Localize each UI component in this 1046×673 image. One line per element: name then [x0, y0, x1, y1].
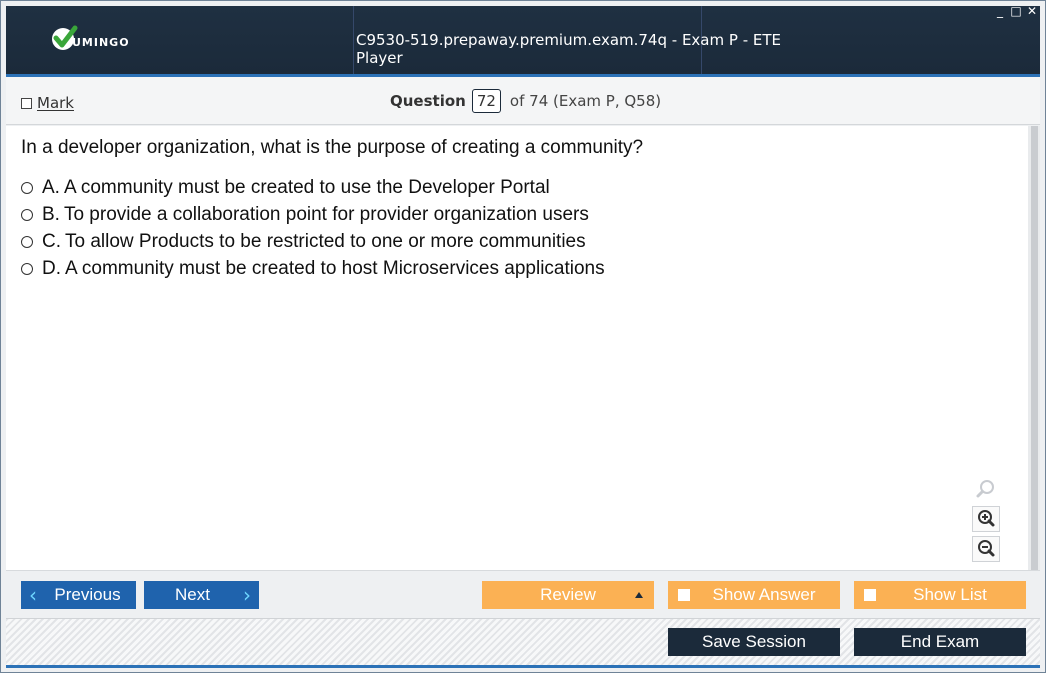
- zoom-out-icon: [978, 540, 995, 557]
- option-d[interactable]: D. A community must be created to host M…: [21, 255, 605, 282]
- zoom-in-icon: [978, 510, 995, 527]
- question-text: In a developer organization, what is the…: [21, 137, 644, 158]
- title-separator: [353, 6, 354, 74]
- show-list-label: Show List: [913, 585, 987, 604]
- option-c-radio[interactable]: [21, 235, 33, 248]
- minimize-icon[interactable]: _: [994, 4, 1006, 18]
- option-text: A community must be created to use the D…: [63, 176, 550, 198]
- zoom-tools: [972, 476, 1006, 566]
- zoom-in-button[interactable]: [972, 506, 1000, 532]
- end-exam-label: End Exam: [900, 632, 980, 651]
- bottom-accent: [6, 665, 1040, 668]
- previous-button[interactable]: ‹ Previous: [21, 581, 136, 609]
- question-word: Question: [390, 92, 466, 110]
- mark-label: Mark: [37, 94, 74, 112]
- option-c[interactable]: C. To allow Products to be restricted to…: [21, 228, 605, 255]
- navigation-bar: ‹ Previous Next › Review Show Answer Sho…: [6, 570, 1040, 618]
- next-button[interactable]: Next ›: [144, 581, 259, 609]
- show-answer-label: Show Answer: [712, 585, 816, 604]
- option-letter: A.: [42, 176, 60, 198]
- option-letter: D.: [42, 257, 61, 279]
- vumingo-logo: UMINGO: [50, 22, 130, 54]
- option-text: To provide a collaboration point for pro…: [63, 203, 589, 225]
- question-content: In a developer organization, what is the…: [6, 126, 1028, 570]
- mark-checkbox[interactable]: Mark: [21, 94, 74, 112]
- zoom-out-button[interactable]: [972, 536, 1000, 562]
- option-b[interactable]: B. To provide a collaboration point for …: [21, 201, 605, 228]
- save-session-label: Save Session: [702, 632, 806, 651]
- logo-text: UMINGO: [72, 35, 130, 49]
- option-a[interactable]: A. A community must be created to use th…: [21, 174, 605, 201]
- option-d-radio[interactable]: [21, 262, 33, 275]
- option-a-radio[interactable]: [21, 181, 33, 194]
- question-counter: Question 72 of 74 (Exam P, Q58): [390, 89, 661, 113]
- window-controls: _ □ ✕: [994, 4, 1038, 18]
- show-answer-checkbox[interactable]: [678, 589, 690, 601]
- session-bar: Save Session End Exam: [6, 618, 1040, 665]
- chevron-right-icon: ›: [243, 583, 251, 607]
- question-total: of 74 (Exam P, Q58): [509, 92, 662, 110]
- review-label: Review: [540, 585, 596, 604]
- save-session-button[interactable]: Save Session: [668, 628, 840, 656]
- previous-label: Previous: [54, 585, 121, 604]
- question-number-input[interactable]: 72: [471, 89, 501, 113]
- show-list-checkbox[interactable]: [864, 589, 876, 601]
- show-list-button[interactable]: Show List: [854, 581, 1026, 609]
- window-title: C9530-519.prepaway.premium.exam.74q - Ex…: [356, 31, 781, 67]
- caret-up-icon[interactable]: [634, 591, 644, 599]
- next-label: Next: [175, 585, 210, 604]
- show-answer-button[interactable]: Show Answer: [668, 581, 840, 609]
- maximize-icon[interactable]: □: [1010, 4, 1022, 18]
- close-icon[interactable]: ✕: [1026, 4, 1038, 18]
- option-letter: C.: [42, 230, 61, 252]
- review-button[interactable]: Review: [482, 581, 654, 609]
- mark-checkbox-box[interactable]: [21, 97, 32, 109]
- zoom-reset-button[interactable]: [972, 476, 1000, 502]
- option-text: To allow Products to be restricted to on…: [65, 230, 586, 252]
- chevron-left-icon: ‹: [29, 583, 37, 607]
- scrollbar-thumb[interactable]: [1031, 126, 1038, 570]
- option-text: A community must be created to host Micr…: [65, 257, 605, 279]
- question-header: Mark Question 72 of 74 (Exam P, Q58): [6, 77, 1040, 125]
- end-exam-button[interactable]: End Exam: [854, 628, 1026, 656]
- magnifier-icon: [976, 480, 994, 498]
- answer-options: A. A community must be created to use th…: [21, 174, 605, 282]
- content-scrollbar[interactable]: [1028, 126, 1040, 570]
- option-b-radio[interactable]: [21, 208, 33, 221]
- option-letter: B.: [42, 203, 60, 225]
